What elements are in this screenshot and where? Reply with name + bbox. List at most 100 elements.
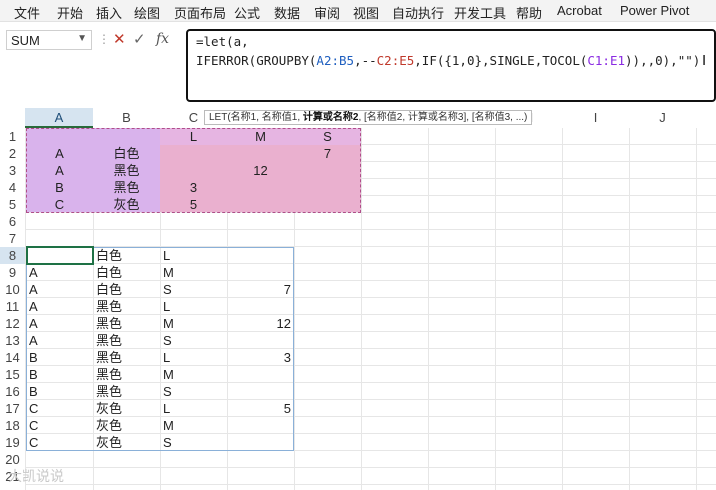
source-cell[interactable]: 白色 (93, 145, 160, 162)
row-header-3[interactable]: 3 (0, 162, 25, 179)
result-cell[interactable]: B (26, 383, 93, 400)
source-cell[interactable]: 黑色 (93, 162, 160, 179)
row-header-9[interactable]: 9 (0, 264, 25, 281)
menu-automate[interactable]: 自动执行 (392, 3, 444, 22)
menu-home[interactable]: 开始 (57, 3, 83, 22)
result-cell[interactable]: 黑色 (93, 332, 160, 349)
row-header-13[interactable]: 13 (0, 332, 25, 349)
source-cell[interactable]: 灰色 (93, 196, 160, 213)
row-header-16[interactable]: 16 (0, 383, 25, 400)
column-header-a[interactable]: A (25, 108, 93, 128)
column-header-i[interactable]: I (562, 108, 629, 128)
result-cell[interactable]: B (26, 349, 93, 366)
result-cell[interactable]: 黑色 (93, 298, 160, 315)
spreadsheet-grid[interactable]: A B C D E F G H I J 1 2 3 4 5 6 7 8 9 10… (0, 108, 716, 490)
row-header-8[interactable]: 8 (0, 247, 25, 264)
enter-formula-button[interactable]: ✓ (133, 30, 146, 48)
result-cell[interactable]: 白色 (93, 281, 160, 298)
result-cell[interactable]: L (160, 298, 227, 315)
menu-acrobat[interactable]: Acrobat (557, 3, 602, 18)
source-cell[interactable]: 5 (160, 196, 227, 213)
result-cell[interactable]: L (160, 400, 227, 417)
source-cell[interactable]: C (26, 196, 93, 213)
result-cell[interactable]: L (160, 349, 227, 366)
result-cell[interactable]: 5 (227, 400, 294, 417)
column-header-j[interactable]: J (629, 108, 696, 128)
source-cell[interactable]: 3 (160, 179, 227, 196)
insert-function-button[interactable]: fx (156, 31, 169, 47)
result-cell[interactable]: 黑色 (93, 315, 160, 332)
menu-power-pivot[interactable]: Power Pivot (620, 3, 689, 18)
row-header-19[interactable]: 19 (0, 434, 25, 451)
tooltip-current-arg[interactable]: 计算或名称2 (303, 112, 359, 123)
row-header-11[interactable]: 11 (0, 298, 25, 315)
row-header-4[interactable]: 4 (0, 179, 25, 196)
result-cell[interactable]: C (26, 434, 93, 451)
source-cell[interactable]: 黑色 (93, 179, 160, 196)
menu-help[interactable]: 帮助 (516, 3, 542, 22)
result-cell[interactable]: 白色 (93, 247, 160, 264)
result-cell[interactable]: 黑色 (93, 383, 160, 400)
result-cell[interactable]: L (160, 247, 227, 264)
result-cell[interactable]: A (26, 264, 93, 281)
result-cell[interactable]: 黑色 (93, 349, 160, 366)
row-header-12[interactable]: 12 (0, 315, 25, 332)
row-header-10[interactable]: 10 (0, 281, 25, 298)
result-cell[interactable]: 白色 (93, 264, 160, 281)
menu-developer[interactable]: 开发工具 (454, 3, 506, 22)
source-header-cell[interactable]: L (160, 128, 227, 145)
result-cell[interactable]: 灰色 (93, 400, 160, 417)
menu-view[interactable]: 视图 (353, 3, 379, 22)
row-header-1[interactable]: 1 (0, 128, 25, 145)
result-cell[interactable]: S (160, 434, 227, 451)
source-header-cell[interactable]: S (294, 128, 361, 145)
drag-handle-icon[interactable]: ⋮ (98, 32, 110, 46)
source-cell[interactable]: 12 (227, 162, 294, 179)
result-cell[interactable]: M (160, 366, 227, 383)
chevron-down-icon[interactable]: ▼ (77, 33, 87, 44)
result-cell[interactable]: A (26, 315, 93, 332)
result-cell[interactable]: A (26, 281, 93, 298)
name-box[interactable]: SUM ▼ (6, 30, 92, 50)
menu-data[interactable]: 数据 (274, 3, 300, 22)
source-cell[interactable]: 7 (294, 145, 361, 162)
result-cell[interactable]: C (26, 417, 93, 434)
source-cell[interactable]: B (26, 179, 93, 196)
result-cell[interactable]: 3 (227, 349, 294, 366)
result-cell[interactable]: M (160, 315, 227, 332)
result-cell[interactable]: A (26, 298, 93, 315)
row-header-2[interactable]: 2 (0, 145, 25, 162)
menu-formulas[interactable]: 公式 (234, 3, 260, 22)
column-header-b[interactable]: B (93, 108, 160, 128)
result-cell[interactable]: S (160, 383, 227, 400)
menu-review[interactable]: 审阅 (314, 3, 340, 22)
menu-page-layout[interactable]: 页面布局 (174, 3, 226, 22)
source-cell[interactable]: A (26, 145, 93, 162)
menu-draw[interactable]: 绘图 (134, 3, 160, 22)
row-header-18[interactable]: 18 (0, 417, 25, 434)
source-header-cell[interactable]: M (227, 128, 294, 145)
result-cell[interactable]: 12 (227, 315, 294, 332)
menu-file[interactable]: 文件 (14, 3, 40, 22)
source-cell[interactable]: A (26, 162, 93, 179)
result-cell[interactable]: B (26, 366, 93, 383)
row-header-7[interactable]: 7 (0, 230, 25, 247)
active-cell-a8[interactable] (26, 246, 94, 265)
result-cell[interactable]: S (160, 281, 227, 298)
row-header-5[interactable]: 5 (0, 196, 25, 213)
row-header-15[interactable]: 15 (0, 366, 25, 383)
menu-insert[interactable]: 插入 (96, 3, 122, 22)
row-header-17[interactable]: 17 (0, 400, 25, 417)
result-cell[interactable]: 灰色 (93, 417, 160, 434)
result-cell[interactable]: 7 (227, 281, 294, 298)
result-cell[interactable]: M (160, 264, 227, 281)
cancel-formula-button[interactable]: ✕ (113, 30, 126, 48)
result-cell[interactable]: C (26, 400, 93, 417)
result-cell[interactable]: 灰色 (93, 434, 160, 451)
row-header-14[interactable]: 14 (0, 349, 25, 366)
result-cell[interactable]: M (160, 417, 227, 434)
row-header-6[interactable]: 6 (0, 213, 25, 230)
result-cell[interactable]: S (160, 332, 227, 349)
formula-bar-input[interactable]: =let(a, IFERROR(GROUPBY(A2:B5,--C2:E5,IF… (186, 29, 716, 102)
result-cell[interactable]: 黑色 (93, 366, 160, 383)
